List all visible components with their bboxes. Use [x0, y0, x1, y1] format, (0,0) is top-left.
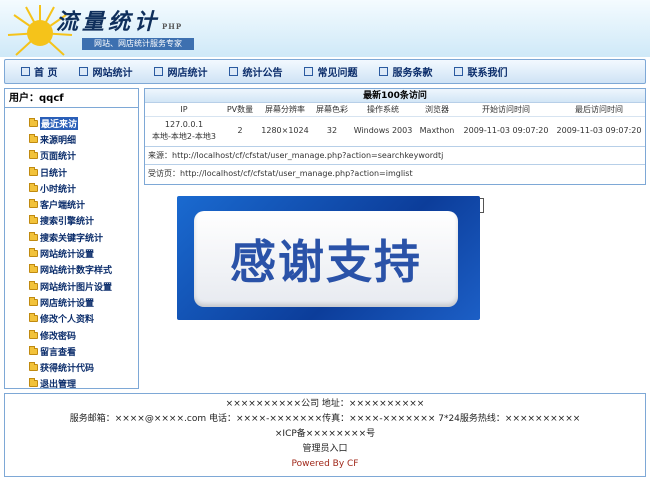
- nav-shop-stats[interactable]: 网店统计: [154, 64, 207, 79]
- site-header: 流量统计 PHP 网站、网店统计服务专家: [0, 0, 650, 57]
- nav-announcements[interactable]: 统计公告: [229, 64, 282, 79]
- folder-icon: [29, 117, 38, 127]
- folder-icon: [29, 378, 38, 388]
- folder-icon: [29, 280, 38, 290]
- recent-visits-panel: 最新100条访问 IP PV数量 屏幕分辨率 屏幕色彩 操作系统 浏览器 开始访…: [144, 88, 646, 185]
- announcement-icon: [229, 67, 239, 76]
- nav-terms[interactable]: 服务条款: [379, 64, 432, 79]
- folder-icon: [29, 248, 38, 258]
- sidebar-item-source-details[interactable]: 来源明细: [29, 131, 138, 147]
- sidebar-item-change-password[interactable]: 修改密码: [29, 327, 138, 343]
- col-browser: 浏览器: [415, 103, 459, 117]
- nav-contact[interactable]: 联系我们: [454, 64, 507, 79]
- folder-icon: [29, 264, 38, 274]
- user-label: 用户：: [9, 93, 39, 104]
- sidebar: 用户：qqcf 最近来访 来源明细 页面统计 日统计 小时统计 客户端统计 搜索…: [4, 88, 139, 392]
- folder-icon: [29, 296, 38, 306]
- cell-pv: 2: [223, 116, 257, 147]
- sidebar-item-logout[interactable]: 退出管理: [29, 376, 138, 392]
- folder-icon: [29, 231, 38, 241]
- folder-icon: [29, 329, 38, 339]
- home-icon: [21, 67, 30, 76]
- logo-text: 流量统计: [56, 9, 161, 35]
- table-row: 127.0.0.1 本地-本地2-本地3 2 1280×1024 32 Windo…: [145, 116, 645, 147]
- folder-icon: [29, 166, 38, 176]
- sidebar-item-page-stats[interactable]: 页面统计: [29, 148, 138, 164]
- sidebar-item-client-stats[interactable]: 客户端统计: [29, 196, 138, 212]
- cell-start-time: 2009-11-03 09:07:20: [459, 116, 553, 147]
- folder-icon: [29, 362, 38, 372]
- terms-icon: [379, 67, 389, 76]
- cell-last-time: 2009-11-03 09:07:20: [553, 116, 645, 147]
- user-info: 用户：qqcf: [5, 89, 138, 108]
- col-start-time: 开始访问时间: [459, 103, 553, 117]
- contact-icon: [454, 67, 464, 76]
- source-row: 来源：http://localhost/cf/cfstat/user_manag…: [145, 147, 645, 165]
- username: qqcf: [39, 93, 64, 104]
- col-color: 屏幕色彩: [313, 103, 351, 117]
- sidebar-item-image-settings[interactable]: 网站统计图片设置: [29, 278, 138, 294]
- sidebar-menu: 最近来访 来源明细 页面统计 日统计 小时统计 客户端统计 搜索引擎统计 搜索关…: [5, 108, 138, 392]
- panel-title: 最新100条访问: [145, 89, 645, 103]
- bracket-icon: [480, 198, 484, 213]
- site-slogan: 网站、网店统计服务专家: [82, 38, 194, 50]
- sidebar-item-search-engine-stats[interactable]: 搜索引擎统计: [29, 213, 138, 229]
- shop-stats-icon: [154, 67, 164, 76]
- cell-ip: 127.0.0.1 本地-本地2-本地3: [145, 116, 223, 147]
- cell-os: Windows 2003: [351, 116, 415, 147]
- banner-plate: 感谢支持: [194, 211, 458, 307]
- col-ip: IP: [145, 103, 223, 117]
- nav-site-stats[interactable]: 网站统计: [79, 64, 132, 79]
- col-os: 操作系统: [351, 103, 415, 117]
- table-header-row: IP PV数量 屏幕分辨率 屏幕色彩 操作系统 浏览器 开始访问时间 最后访问时…: [145, 103, 645, 117]
- folder-icon: [29, 313, 38, 323]
- sidebar-item-get-code[interactable]: 获得统计代码: [29, 359, 138, 375]
- visited-page-row: 受访页：http://localhost/cf/cfstat/user_mana…: [145, 165, 645, 183]
- col-pv: PV数量: [223, 103, 257, 117]
- sidebar-item-hourly-stats[interactable]: 小时统计: [29, 180, 138, 196]
- folder-icon: [29, 215, 38, 225]
- site-logo[interactable]: 流量统计 PHP: [56, 4, 182, 36]
- visits-table: IP PV数量 屏幕分辨率 屏幕色彩 操作系统 浏览器 开始访问时间 最后访问时…: [145, 103, 645, 147]
- folder-icon: [29, 133, 38, 143]
- site-footer: ××××××××××公司 地址：×××××××××× 服务邮箱：××××@×××…: [4, 393, 646, 477]
- footer-icp: ×ICP备××××××××号: [274, 429, 376, 439]
- powered-by: Powered By CF: [291, 459, 359, 469]
- cell-browser: Maxthon: [415, 116, 459, 147]
- footer-contact: 服务邮箱：××××@××××.com 电话：××××-×××××××传真：×××…: [69, 414, 581, 424]
- site-stats-icon: [79, 67, 89, 76]
- col-last-time: 最后访问时间: [553, 103, 645, 117]
- sidebar-item-number-style[interactable]: 网站统计数字样式: [29, 262, 138, 278]
- nav-faq[interactable]: 常见问题: [304, 64, 357, 79]
- nav-home[interactable]: 首 页: [21, 64, 57, 79]
- folder-icon: [29, 199, 38, 209]
- thanks-banner: 感谢支持: [177, 196, 480, 320]
- main-nav: 首 页 网站统计 网店统计 统计公告 常见问题 服务条款 联系我们: [4, 59, 646, 84]
- footer-company: ××××××××××公司 地址：××××××××××: [225, 399, 425, 409]
- folder-icon: [29, 150, 38, 160]
- sidebar-item-keyword-stats[interactable]: 搜索关键字统计: [29, 229, 138, 245]
- source-link[interactable]: http://localhost/cf/cfstat/user_manage.p…: [172, 151, 443, 160]
- sidebar-item-messages[interactable]: 留言查看: [29, 343, 138, 359]
- banner-text: 感谢支持: [230, 235, 422, 289]
- visited-label: 受访页：: [148, 168, 180, 178]
- cell-resolution: 1280×1024: [257, 116, 313, 147]
- cell-color: 32: [313, 116, 351, 147]
- folder-icon: [29, 182, 38, 192]
- sidebar-item-site-settings[interactable]: 网站统计设置: [29, 245, 138, 261]
- sidebar-item-daily-stats[interactable]: 日统计: [29, 164, 138, 180]
- col-resolution: 屏幕分辨率: [257, 103, 313, 117]
- sidebar-item-recent-visits[interactable]: 最近来访: [29, 115, 138, 131]
- faq-icon: [304, 67, 314, 76]
- source-label: 来源：: [148, 150, 172, 160]
- sidebar-item-shop-settings[interactable]: 网店统计设置: [29, 294, 138, 310]
- logo-sub: PHP: [162, 22, 183, 31]
- sidebar-item-edit-profile[interactable]: 修改个人资料: [29, 311, 138, 327]
- folder-icon: [29, 345, 38, 355]
- footer-admin: 管理员入口: [5, 442, 645, 457]
- visited-link[interactable]: http://localhost/cf/cfstat/user_manage.p…: [180, 169, 413, 178]
- admin-login-link[interactable]: 管理员入口: [302, 444, 347, 454]
